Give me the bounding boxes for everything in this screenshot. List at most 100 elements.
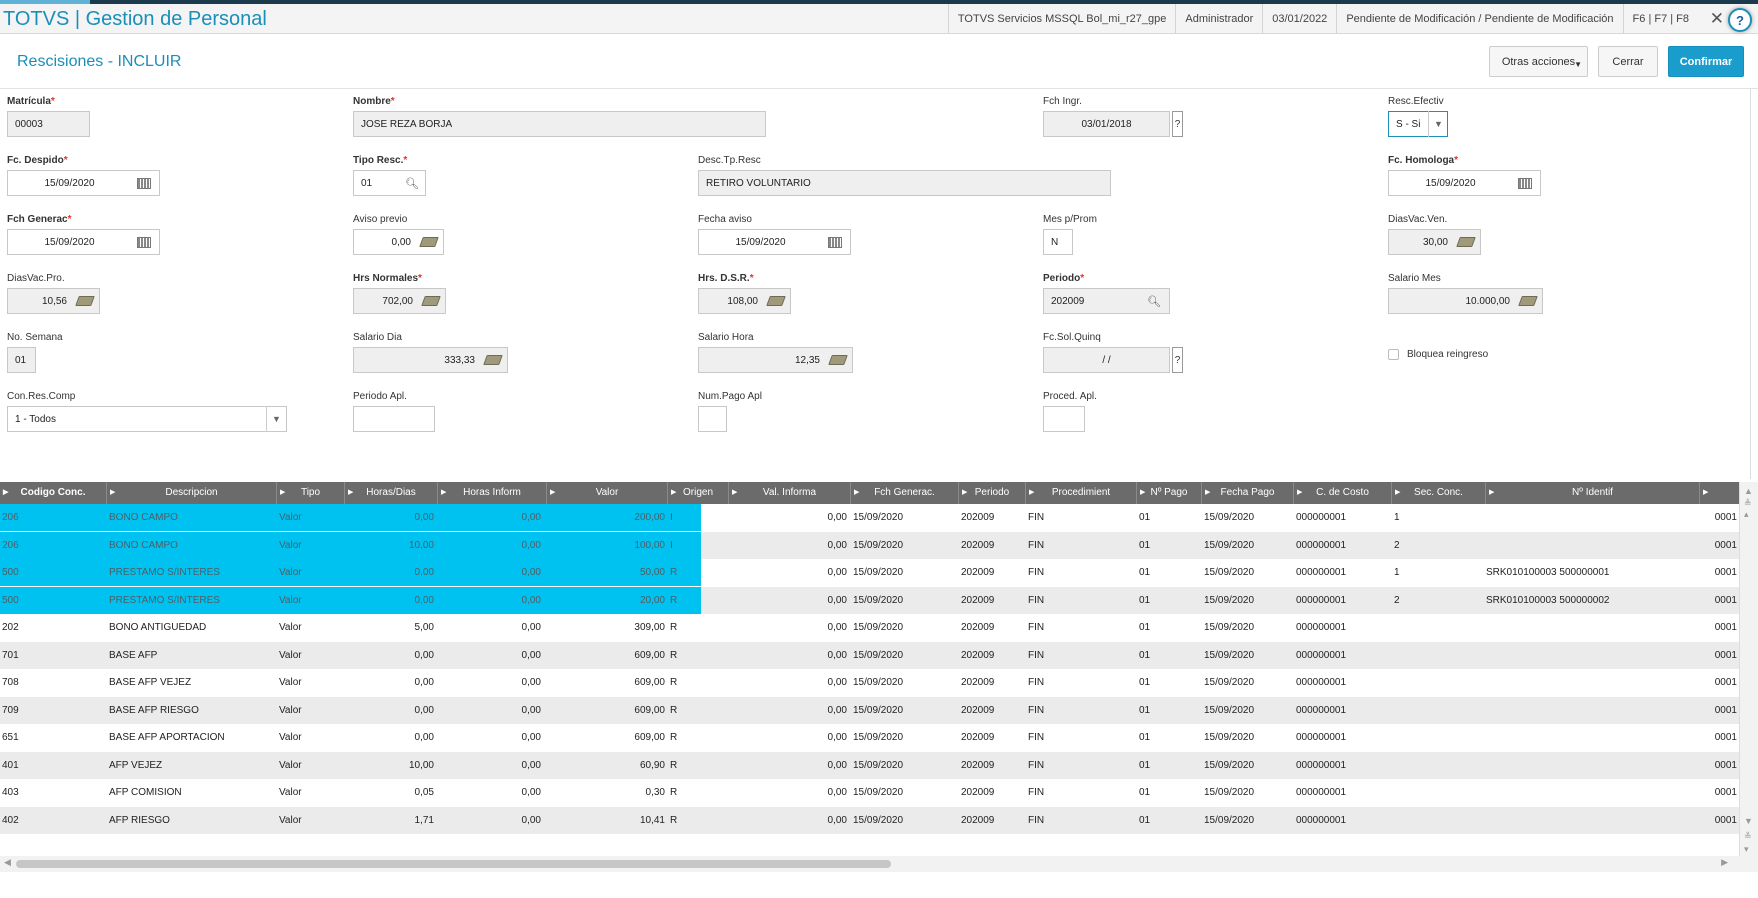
cell-fch[interactable]: 15/09/2020 (853, 697, 943, 724)
cell-npago[interactable]: 01 (1139, 532, 1189, 559)
cell-fil[interactable]: 0001 (1700, 504, 1737, 531)
matricula-input[interactable]: 00003 (7, 111, 90, 137)
cell-valor[interactable]: 10,41 (547, 807, 665, 834)
cell-proc[interactable]: FIN (1028, 587, 1088, 614)
cell-codigo[interactable]: 651 (2, 724, 62, 751)
cell-proc[interactable]: FIN (1028, 504, 1088, 531)
cell-hinf[interactable]: 0,00 (438, 779, 541, 806)
cell-npago[interactable]: 01 (1139, 559, 1189, 586)
calculator-icon[interactable] (75, 288, 95, 314)
cell-valor[interactable]: 20,00 (547, 587, 665, 614)
cell-npago[interactable]: 01 (1139, 504, 1189, 531)
cell-npago[interactable]: 01 (1139, 779, 1189, 806)
cell-periodo[interactable]: 202009 (961, 752, 1021, 779)
cell-valor[interactable]: 0,30 (547, 779, 665, 806)
cell-fil[interactable]: 0001 (1700, 587, 1737, 614)
table-row[interactable]: 401 AFP VEJEZ Valor 10,00 0,00 60,90 R 0,00 15/0… (0, 751, 1740, 779)
calculator-icon[interactable] (1518, 288, 1538, 314)
cell-sec[interactable]: 2 (1394, 587, 1434, 614)
cell-costo[interactable]: 000000001 (1296, 807, 1386, 834)
cell-proc[interactable]: FIN (1028, 807, 1088, 834)
cell-origen[interactable]: R (670, 669, 690, 696)
cell-horas[interactable]: 10,00 (345, 532, 434, 559)
calculator-icon[interactable] (828, 347, 848, 373)
cell-hinf[interactable]: 0,00 (438, 752, 541, 779)
close-icon[interactable]: ✕ (1710, 9, 1724, 29)
cell-valor[interactable]: 60,90 (547, 752, 665, 779)
help-question-icon[interactable]: ? (1172, 111, 1183, 137)
cell-ident[interactable] (1486, 614, 1686, 641)
cell-origen[interactable]: R (670, 587, 690, 614)
help-icon[interactable]: ? (1728, 8, 1752, 32)
chevron-down-icon[interactable]: ▼ (1428, 111, 1448, 137)
cell-proc[interactable]: FIN (1028, 642, 1088, 669)
cell-sec[interactable] (1394, 669, 1434, 696)
cell-periodo[interactable]: 202009 (961, 642, 1021, 669)
cell-hinf[interactable]: 0,00 (438, 669, 541, 696)
table-row[interactable]: 403 AFP COMISION Valor 0,05 0,00 0,30 R 0,00 15/… (0, 779, 1740, 806)
cell-desc[interactable]: BASE AFP RIESGO (109, 697, 269, 724)
scroll-page-up-icon[interactable]: ▴ (1744, 509, 1749, 520)
search-icon[interactable]: 🔍︎ (405, 170, 419, 196)
cell-costo[interactable]: 000000001 (1296, 587, 1386, 614)
column-header-hinf[interactable]: ▶ Horas Inform (438, 482, 547, 504)
cell-fil[interactable]: 0001 (1700, 697, 1737, 724)
cell-tipo[interactable]: Valor (279, 669, 339, 696)
cell-desc[interactable]: AFP VEJEZ (109, 752, 269, 779)
cell-valor[interactable]: 609,00 (547, 724, 665, 751)
scroll-left-icon[interactable]: ◀ (4, 857, 11, 868)
cell-costo[interactable]: 000000001 (1296, 669, 1386, 696)
cell-horas[interactable]: 10,00 (345, 752, 434, 779)
cell-fpago[interactable]: 15/09/2020 (1204, 807, 1284, 834)
table-row[interactable]: 701 BASE AFP Valor 0,00 0,00 609,00 R 0,00 15/09… (0, 641, 1740, 669)
cell-hinf[interactable]: 0,00 (438, 559, 541, 586)
cell-fpago[interactable]: 15/09/2020 (1204, 504, 1284, 531)
scroll-page-down-icon[interactable]: ▾ (1744, 844, 1749, 855)
cell-tipo[interactable]: Valor (279, 614, 339, 641)
cell-npago[interactable]: 01 (1139, 697, 1189, 724)
calculator-icon[interactable] (421, 288, 441, 314)
cell-sec[interactable] (1394, 807, 1434, 834)
cell-npago[interactable]: 01 (1139, 642, 1189, 669)
cell-codigo[interactable]: 202 (2, 614, 62, 641)
column-header-fil[interactable]: ▶ (1700, 482, 1740, 504)
chevron-down-icon[interactable]: ▼ (266, 406, 286, 432)
cell-periodo[interactable]: 202009 (961, 807, 1021, 834)
fc-sol-quinq-input[interactable]: / / (1043, 347, 1170, 373)
cell-valinf[interactable]: 0,00 (729, 779, 847, 806)
cell-fpago[interactable]: 15/09/2020 (1204, 724, 1284, 751)
cell-hinf[interactable]: 0,00 (438, 614, 541, 641)
cell-ident[interactable] (1486, 669, 1686, 696)
table-row[interactable]: 500 PRESTAMO S/INTERES Valor 0,00 0,00 20,00 R… (0, 586, 1740, 614)
cell-ident[interactable] (1486, 642, 1686, 669)
cell-fpago[interactable]: 15/09/2020 (1204, 614, 1284, 641)
cell-sec[interactable] (1394, 752, 1434, 779)
calculator-icon[interactable] (483, 347, 503, 373)
cell-horas[interactable]: 0,05 (345, 779, 434, 806)
cell-hinf[interactable]: 0,00 (438, 587, 541, 614)
cell-hinf[interactable]: 0,00 (438, 807, 541, 834)
cell-hinf[interactable]: 0,00 (438, 504, 541, 531)
cell-origen[interactable]: R (670, 642, 690, 669)
cell-fpago[interactable]: 15/09/2020 (1204, 752, 1284, 779)
column-header-npago[interactable]: ▶ Nº Pago (1137, 482, 1202, 504)
calendar-icon[interactable] (1518, 170, 1532, 196)
cell-tipo[interactable]: Valor (279, 504, 339, 531)
cell-desc[interactable]: BASE AFP APORTACION (109, 724, 269, 751)
cell-valinf[interactable]: 0,00 (729, 807, 847, 834)
cell-sec[interactable] (1394, 642, 1434, 669)
nombre-input[interactable]: JOSE REZA BORJA (353, 111, 766, 137)
cell-fpago[interactable]: 15/09/2020 (1204, 532, 1284, 559)
horizontal-scroll-thumb[interactable] (16, 860, 891, 868)
cell-origen[interactable]: R (670, 724, 690, 751)
cell-codigo[interactable]: 403 (2, 779, 62, 806)
cell-sec[interactable] (1394, 724, 1434, 751)
column-header-tipo[interactable]: ▶ Tipo (277, 482, 345, 504)
cell-origen[interactable]: R (670, 779, 690, 806)
cell-desc[interactable]: AFP RIESGO (109, 807, 269, 834)
vertical-scrollbar[interactable]: ▲ ≜ ▴ ▼ ≚ ▾ (1739, 482, 1758, 872)
cell-desc[interactable]: BONO ANTIGUEDAD (109, 614, 269, 641)
column-header-proc[interactable]: ▶ Procedimient (1026, 482, 1137, 504)
cell-fil[interactable]: 0001 (1700, 807, 1737, 834)
cell-codigo[interactable]: 701 (2, 642, 62, 669)
